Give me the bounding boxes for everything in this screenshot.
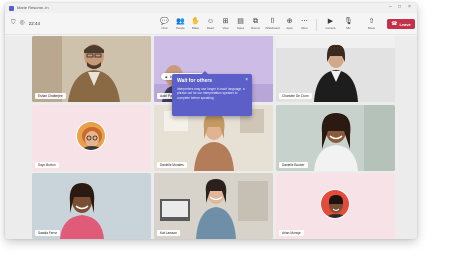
people-icon: 👥 — [176, 18, 185, 25]
more-icon: ⋯ — [301, 18, 308, 25]
video-gallery: Eshan Chatterjee Aakif Pagano Charlotte … — [5, 36, 417, 239]
notes-button[interactable]: ▤ Notes — [233, 17, 248, 32]
popup-arrow — [202, 71, 208, 74]
meeting-toolbar: ⛉ ◎ 22:44 💬 Chat 👥 People ✋ Raise ☺ Reac… — [5, 13, 417, 35]
participant-name: Danielle Morales — [157, 162, 187, 168]
participant-name: Charlotte De Crum — [279, 93, 312, 99]
notes-icon: ▤ — [237, 18, 244, 25]
participant-name: Eshan Chatterjee — [35, 93, 66, 99]
maximize-icon[interactable]: □ — [398, 4, 401, 10]
minimize-icon[interactable]: – — [389, 4, 392, 10]
popup-body: Interpreters may use longer in each lang… — [177, 87, 245, 100]
title-bar: Marie Resume..In – □ × — [5, 3, 417, 13]
hand-icon: ✋ — [191, 18, 200, 25]
window-title: Marie Resume..In — [17, 5, 49, 10]
raise-hand-button[interactable]: ✋ Raise — [188, 17, 203, 32]
participant-name: Kat Larsson — [157, 230, 181, 236]
translate-icon: ◉ — [165, 74, 168, 79]
record-icon: ◎ — [19, 20, 25, 26]
whiteboard-icon: ⌷ — [270, 18, 275, 25]
participant-tile[interactable]: Arlan Munoje — [276, 173, 395, 239]
whiteboard-button[interactable]: ⌷ Whiteboard — [265, 17, 280, 32]
microphone-icon: 🎙 — [344, 18, 353, 25]
toolbar-divider — [316, 19, 317, 31]
view-button[interactable]: ⊞ View — [218, 17, 233, 32]
smile-icon: ☺ — [206, 18, 215, 25]
more-button[interactable]: ⋯ More — [297, 17, 312, 32]
leave-button[interactable]: ☎ Leave — [387, 19, 415, 29]
share-button[interactable]: ⇧ Share — [364, 17, 379, 32]
share-icon: ⇧ — [368, 18, 375, 25]
teams-meeting-window: Marie Resume..In – □ × ⛉ ◎ 22:44 💬 Chat … — [5, 3, 417, 239]
mic-button[interactable]: 🎙 Mic — [341, 17, 356, 32]
phone-hangup-icon: ☎ — [391, 21, 398, 27]
teams-app-icon — [9, 6, 14, 11]
avatar — [320, 189, 350, 219]
participant-name: Arlan Munoje — [279, 230, 304, 236]
chat-icon: 💬 — [160, 18, 169, 25]
teaching-popup: Wait for others × Interpreters may use l… — [172, 71, 252, 116]
chat-button[interactable]: 💬 Chat — [157, 17, 172, 32]
participant-name: Danielle Booker — [279, 162, 308, 168]
shield-icon[interactable]: ⛉ — [11, 20, 16, 27]
camera-button[interactable]: ▶ Camera — [323, 17, 338, 32]
participant-tile[interactable]: Danielle Booker — [276, 105, 395, 171]
apps-icon: ⊕ — [286, 18, 293, 25]
popup-title: Wait for others — [177, 78, 213, 84]
participant-tile[interactable]: Saadia Fernz — [32, 173, 151, 239]
close-icon[interactable]: × — [245, 77, 248, 83]
close-window-icon[interactable]: × — [408, 4, 411, 10]
avatar-image — [77, 122, 105, 150]
participant-name: Sayo Burton — [35, 162, 59, 168]
meeting-info: ⛉ ◎ 22:44 — [11, 20, 40, 27]
participant-tile[interactable]: Sayo Burton — [32, 105, 151, 171]
react-button[interactable]: ☺ React — [203, 17, 218, 32]
grid-icon: ⊞ — [222, 18, 229, 25]
participant-tile[interactable]: Kat Larsson — [154, 173, 273, 239]
rooms-icon: ⧉ — [253, 18, 258, 25]
meeting-timer: 22:44 — [28, 21, 41, 26]
avatar — [76, 121, 106, 151]
participant-tile[interactable]: Charlotte De Crum — [276, 36, 395, 102]
avatar-image — [321, 190, 349, 218]
camera-icon: ▶ — [327, 18, 334, 25]
rooms-button[interactable]: ⧉ Rooms — [248, 17, 263, 32]
people-button[interactable]: 👥 People — [173, 17, 188, 32]
participant-tile[interactable]: Eshan Chatterjee — [32, 36, 151, 102]
participant-name: Saadia Fernz — [35, 230, 60, 236]
apps-button[interactable]: ⊕ Apps — [282, 17, 297, 32]
